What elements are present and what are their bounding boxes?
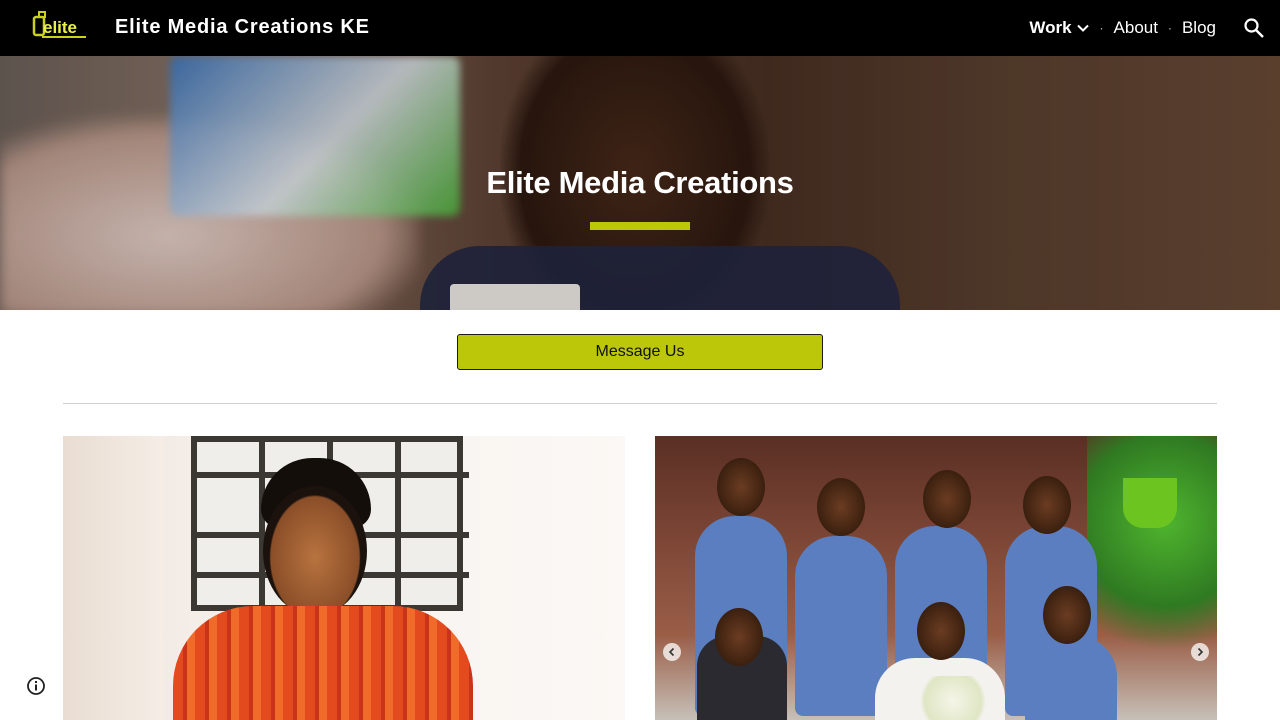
hero-banner: Elite Media Creations	[0, 56, 1280, 310]
carousel-next-button[interactable]	[1191, 643, 1209, 661]
nav-separator: ·	[1099, 21, 1104, 35]
title-accent-bar	[590, 222, 690, 230]
page-title: Elite Media Creations	[486, 165, 794, 200]
svg-text:elite: elite	[43, 18, 77, 37]
nav-item-label: Work	[1029, 18, 1072, 37]
chevron-down-icon	[1076, 24, 1089, 32]
nav-item-label: Blog	[1181, 18, 1216, 37]
nav-separator: ·	[1167, 21, 1172, 35]
info-icon[interactable]	[26, 676, 46, 696]
group-photo-carousel	[655, 436, 1217, 720]
nav-item-blog[interactable]: Blog	[1182, 18, 1216, 38]
chevron-left-icon	[668, 647, 675, 657]
site-logo[interactable]: elite	[30, 10, 92, 42]
top-navigation-bar: elite Elite Media Creations KE Work · Ab…	[0, 0, 1280, 56]
nav-item-label: About	[1113, 18, 1158, 37]
nav-item-about[interactable]: About	[1114, 18, 1158, 38]
portrait-photo	[63, 436, 625, 720]
search-icon[interactable]	[1242, 16, 1266, 40]
chevron-right-icon	[1197, 647, 1204, 657]
site-title[interactable]: Elite Media Creations KE	[115, 16, 370, 39]
nav-item-work[interactable]: Work	[1029, 18, 1089, 38]
main-navigation: Work · About · Blog	[1029, 0, 1216, 56]
carousel-prev-button[interactable]	[663, 643, 681, 661]
section-divider	[63, 403, 1217, 404]
message-us-button[interactable]: Message Us	[457, 334, 823, 370]
